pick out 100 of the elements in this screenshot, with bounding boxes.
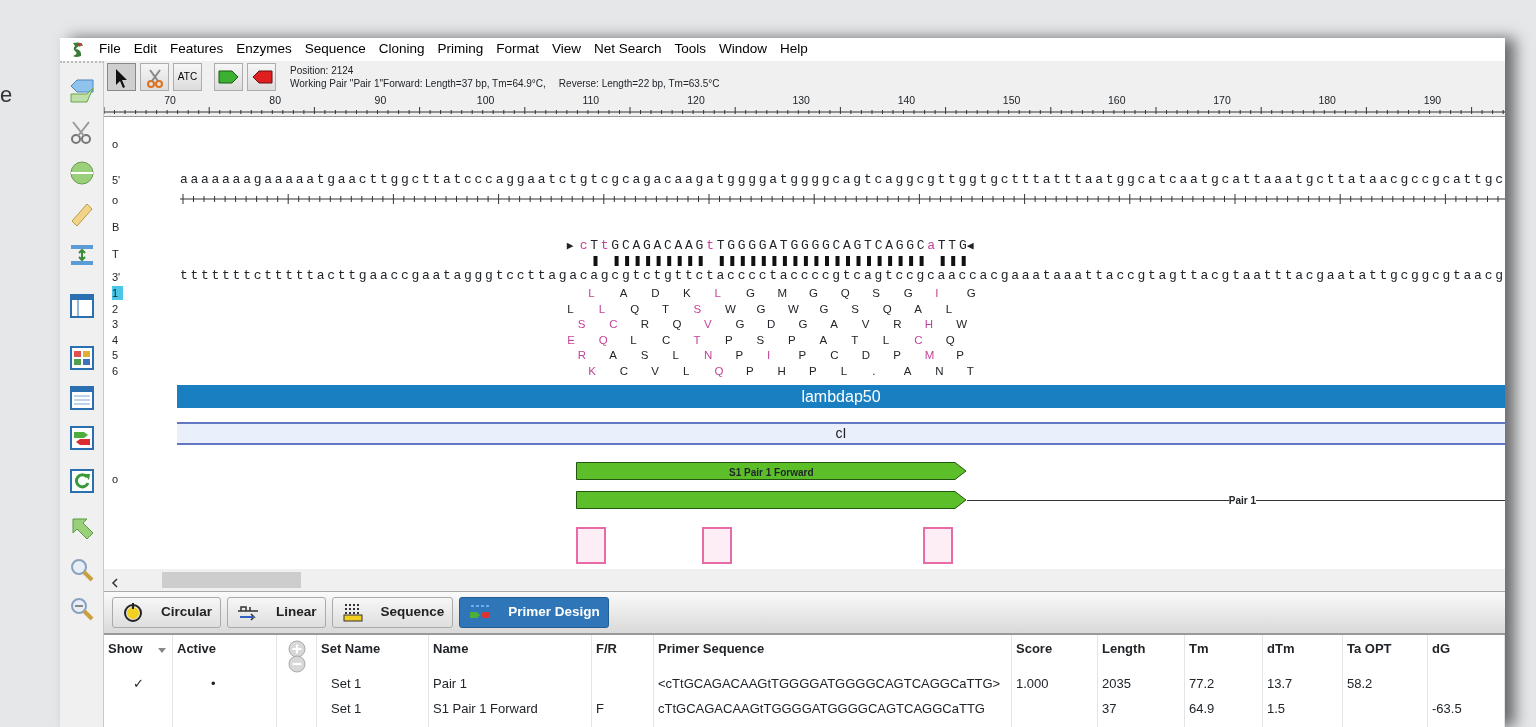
column-header[interactable]: Active <box>177 641 217 656</box>
amino-acid-letter: S <box>640 348 650 362</box>
view-tab[interactable]: Linear <box>227 597 326 628</box>
view-tab[interactable]: Circular <box>112 597 222 628</box>
amino-acid-letter: C <box>661 332 672 347</box>
frame-label[interactable]: 1 <box>112 286 123 300</box>
amino-acid-letter: D <box>767 317 777 331</box>
table-cell: F <box>596 701 604 716</box>
sort-caret-icon[interactable] <box>156 645 167 654</box>
menu-item[interactable]: Format <box>496 39 539 60</box>
amino-acid-letter: I <box>767 348 772 362</box>
primer-label: S1 Pair 1 Forward <box>729 466 814 480</box>
grid-icon[interactable] <box>68 345 95 371</box>
menu-item[interactable]: Help <box>780 39 808 60</box>
add-icon[interactable] <box>287 639 306 658</box>
column-header[interactable]: Primer Sequence <box>658 641 765 656</box>
menu-item[interactable]: Sequence <box>304 39 366 60</box>
amino-acid-letter: G <box>798 317 809 331</box>
amino-acid-letter: K <box>682 286 692 300</box>
column-header[interactable]: dG <box>1432 641 1451 656</box>
amino-acid-letter: L <box>682 363 691 378</box>
menu-item[interactable]: Window <box>719 39 768 60</box>
amino-acid-letter: V <box>703 317 713 331</box>
amino-acid-letter: L <box>588 286 596 300</box>
column-header[interactable]: Show <box>108 641 143 656</box>
align-icon[interactable] <box>68 242 95 268</box>
amino-acid-letter: V <box>651 363 661 378</box>
amino-acid-letter: H <box>924 317 935 331</box>
zoom-out-icon[interactable] <box>68 596 95 622</box>
amino-acid-letter: R <box>640 317 651 331</box>
reverse-primer-info: Reverse: Length=22 bp, Tm=63.5°C <box>558 76 720 90</box>
mismatch-marker <box>702 527 732 564</box>
tool-button[interactable] <box>247 62 276 91</box>
column-header[interactable]: Score <box>1016 641 1053 656</box>
amino-acid-letter: L <box>945 301 954 316</box>
circle-icon <box>121 600 145 625</box>
column-header[interactable]: Length <box>1102 641 1146 656</box>
amino-acid-letter: L <box>567 301 575 316</box>
table-cell: Set 1 <box>331 676 362 691</box>
menu-item[interactable]: Enzymes <box>236 39 292 60</box>
amino-acid-letter: R <box>893 317 903 331</box>
frame-label[interactable]: 6 <box>112 363 123 378</box>
amino-acid-letter: R <box>577 348 588 362</box>
column-header[interactable]: F/R <box>596 641 617 656</box>
menu-item[interactable]: Features <box>170 39 224 60</box>
amino-acid-letter: T <box>661 301 670 316</box>
active-marker[interactable]: • <box>211 676 216 691</box>
menu-item[interactable]: View <box>551 39 581 60</box>
row-label: T <box>112 247 119 262</box>
visible-checkmark[interactable]: ✓ <box>132 676 144 691</box>
window-icon[interactable] <box>68 293 95 319</box>
column-header[interactable]: dTm <box>1267 641 1295 656</box>
tag-icon[interactable] <box>68 425 95 451</box>
column-header[interactable]: Set Name <box>321 641 381 656</box>
remove-icon[interactable] <box>288 655 306 673</box>
menu-item[interactable]: Cloning <box>378 39 425 60</box>
amino-acid-letter: P <box>956 348 965 362</box>
scroll-thumb[interactable] <box>162 572 301 588</box>
amino-acid-letter: L <box>598 301 607 316</box>
amino-acid-letter: G <box>819 301 830 316</box>
menu-item[interactable]: Net Search <box>594 39 662 60</box>
circle-icon[interactable] <box>68 160 95 186</box>
list-icon[interactable] <box>68 385 95 411</box>
menu-item[interactable]: Edit <box>133 39 158 60</box>
amino-acid-letter: A <box>914 301 923 316</box>
table-cell: 2035 <box>1102 676 1131 691</box>
menu-item[interactable]: File <box>99 39 121 60</box>
column-header[interactable]: Ta OPT <box>1347 641 1392 656</box>
column-header[interactable]: Name <box>433 641 469 656</box>
amino-acid-letter: . <box>872 363 877 378</box>
direction-marker: ▶ <box>566 239 574 254</box>
amino-acid-letter: M <box>924 348 936 362</box>
amino-acid-letter: S <box>851 301 860 316</box>
amino-acid-letter: G <box>735 317 746 331</box>
amino-acid-letter: S <box>577 317 587 331</box>
bottom-strand-sequence: tttttttctttttacttgaaccgaatagggtccttagacagcgtctgttctacccctaccccgtcagtccgcaaccacgaaataaattaccgtagttacgtaatttacgaatattgcggcgtaacg <box>180 268 1505 284</box>
refresh-icon[interactable] <box>68 468 95 494</box>
amino-acid-letter: K <box>588 363 597 378</box>
frame-label[interactable]: 5 <box>112 348 123 362</box>
column-header[interactable]: Tm <box>1189 641 1209 656</box>
view-tab[interactable]: Primer Design <box>459 597 609 628</box>
zoom-in-icon[interactable] <box>68 557 95 583</box>
table-cell: 1.5 <box>1267 701 1286 716</box>
app-logo-icon[interactable] <box>70 40 86 59</box>
amino-acid-letter: P <box>893 348 902 362</box>
view-tab[interactable]: Sequence <box>331 597 454 628</box>
menu-item[interactable]: Priming <box>437 39 484 60</box>
tool-button[interactable]: ATC <box>173 62 202 91</box>
shapes-icon[interactable] <box>68 78 95 104</box>
amino-acid-letter: P <box>788 332 797 347</box>
frame-label[interactable]: 4 <box>112 332 123 347</box>
frame-label[interactable]: 2 <box>112 301 123 316</box>
table-cell: 13.7 <box>1267 676 1293 691</box>
frame-label[interactable]: 3 <box>112 317 123 331</box>
menu-item[interactable]: Tools <box>674 39 707 60</box>
ruler-number: 180 <box>1317 93 1337 108</box>
tool-button[interactable] <box>107 62 136 91</box>
table-cell: S1 Pair 1 Forward <box>433 701 538 716</box>
table-cell: Pair 1 <box>433 676 467 691</box>
table-cell: Set 1 <box>331 701 362 716</box>
